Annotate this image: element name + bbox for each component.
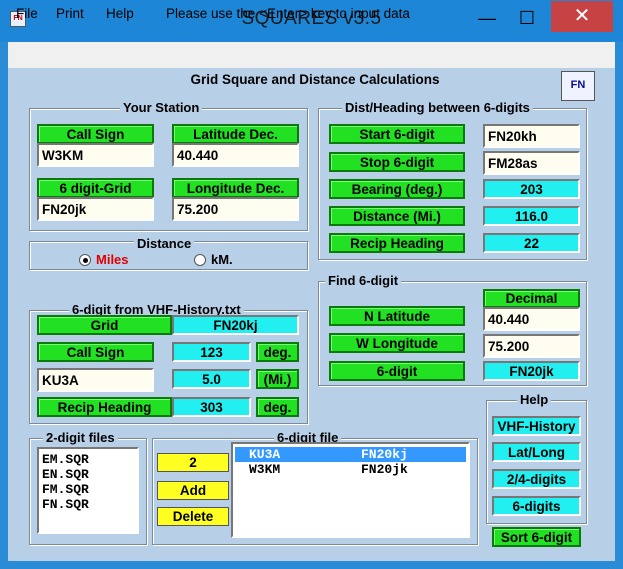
vhf-call-field[interactable]: KU3A [37, 368, 154, 392]
distance-value: 116.0 [483, 206, 580, 226]
table-row[interactable]: KU3A FN20kj [235, 447, 466, 462]
longitude-label: Longitude Dec. [172, 178, 299, 198]
list-item[interactable]: EM.SQR [42, 452, 137, 467]
bearing-value: 203 [483, 179, 580, 199]
n-latitude-field[interactable]: 40.440 [483, 307, 580, 331]
vhf-distance-value: 5.0 [172, 369, 251, 389]
vhf-grid-label: Grid [37, 315, 172, 335]
six-digit-file-list[interactable]: KU3A FN20kj W3KM FN20jk [231, 442, 470, 538]
page-heading: Grid Square and Distance Calculations [190, 72, 440, 87]
menu-print[interactable]: Print [56, 6, 84, 21]
row-call: W3KM [249, 462, 281, 477]
distance-title: Distance [134, 236, 195, 251]
start-field[interactable]: FN20kh [483, 124, 580, 148]
sort-6-digit-button[interactable]: Sort 6-digit [492, 527, 581, 547]
six-digit-label: 6-digit [329, 361, 465, 381]
vhf-recip-unit: deg. [256, 397, 299, 417]
menu-bar [8, 42, 615, 68]
two-digit-files-list[interactable]: EM.SQR EN.SQR FM.SQR FN.SQR [37, 447, 139, 534]
vhf-recip-value: 303 [172, 397, 251, 417]
recip-heading-value: 22 [483, 233, 580, 253]
list-item[interactable]: FN.SQR [42, 497, 137, 512]
miles-radio[interactable] [79, 254, 91, 266]
help-vhf-history-button[interactable]: VHF-History [492, 416, 581, 436]
vhf-grid-value: FN20kj [172, 315, 299, 335]
two-digit-files-title: 2-digit files [43, 430, 118, 445]
list-item[interactable]: FM.SQR [42, 482, 137, 497]
longitude-field[interactable]: 75.200 [172, 197, 299, 221]
grid-label: 6 digit-Grid [37, 178, 154, 198]
km-label[interactable]: kM. [211, 252, 233, 267]
grid-logo-icon: FN [561, 71, 595, 101]
start-label: Start 6-digit [329, 124, 465, 144]
close-icon: ✕ [573, 5, 591, 27]
minimize-icon: — [478, 8, 496, 28]
add-button[interactable]: Add [157, 481, 229, 500]
vhf-bearing-unit: deg. [256, 342, 299, 362]
vhf-distance-unit: (Mi.) [256, 369, 299, 389]
list-item[interactable]: EN.SQR [42, 467, 137, 482]
w-longitude-label: W Longitude [329, 333, 465, 353]
vhf-bearing-value: 123 [172, 342, 251, 362]
dist-heading-title: Dist/Heading between 6-digits [342, 100, 533, 115]
maximize-button[interactable]: ☐ [512, 8, 542, 30]
km-radio[interactable] [194, 254, 206, 266]
menu-file[interactable]: File [16, 6, 38, 21]
recip-heading-label: Recip Heading [329, 233, 465, 253]
find-6-digit-title: Find 6-digit [325, 273, 402, 288]
latitude-label: Latitude Dec. [172, 124, 299, 144]
your-station-title: Your Station [120, 100, 203, 115]
n-latitude-label: N Latitude [329, 306, 465, 326]
stop-field[interactable]: FM28as [483, 151, 580, 175]
bearing-label: Bearing (deg.) [329, 179, 465, 199]
vhf-call-sign-label: Call Sign [37, 342, 154, 362]
minimize-button[interactable]: — [472, 8, 502, 30]
help-6-digits-button[interactable]: 6-digits [492, 496, 581, 516]
menu-hint: Please use the <Enter> key to input data [166, 6, 410, 21]
six-digit-value: FN20jk [483, 361, 580, 381]
call-sign-label: Call Sign [37, 124, 154, 144]
row-grid: FN20jk [361, 462, 408, 477]
grid-field[interactable]: FN20jk [37, 197, 154, 221]
row-call: KU3A [249, 447, 281, 462]
miles-label[interactable]: Miles [96, 252, 129, 267]
delete-button[interactable]: Delete [157, 507, 229, 526]
w-longitude-field[interactable]: 75.200 [483, 334, 580, 358]
help-title: Help [517, 392, 552, 407]
vhf-recip-label: Recip Heading [37, 397, 172, 417]
distance-label: Distance (Mi.) [329, 206, 465, 226]
decimal-label: Decimal [483, 289, 580, 308]
help-2-4-digits-button[interactable]: 2/4-digits [492, 469, 581, 489]
stop-label: Stop 6-digit [329, 152, 465, 172]
menu-help[interactable]: Help [106, 6, 134, 21]
six-digit-count: 2 [157, 453, 229, 472]
latitude-field[interactable]: 40.440 [172, 143, 299, 167]
table-row[interactable]: W3KM FN20jk [235, 462, 466, 477]
close-button[interactable]: ✕ [551, 1, 613, 32]
help-lat-long-button[interactable]: Lat/Long [492, 442, 581, 462]
row-grid: FN20kj [361, 447, 408, 462]
call-sign-field[interactable]: W3KM [37, 143, 154, 167]
maximize-icon: ☐ [518, 8, 536, 28]
